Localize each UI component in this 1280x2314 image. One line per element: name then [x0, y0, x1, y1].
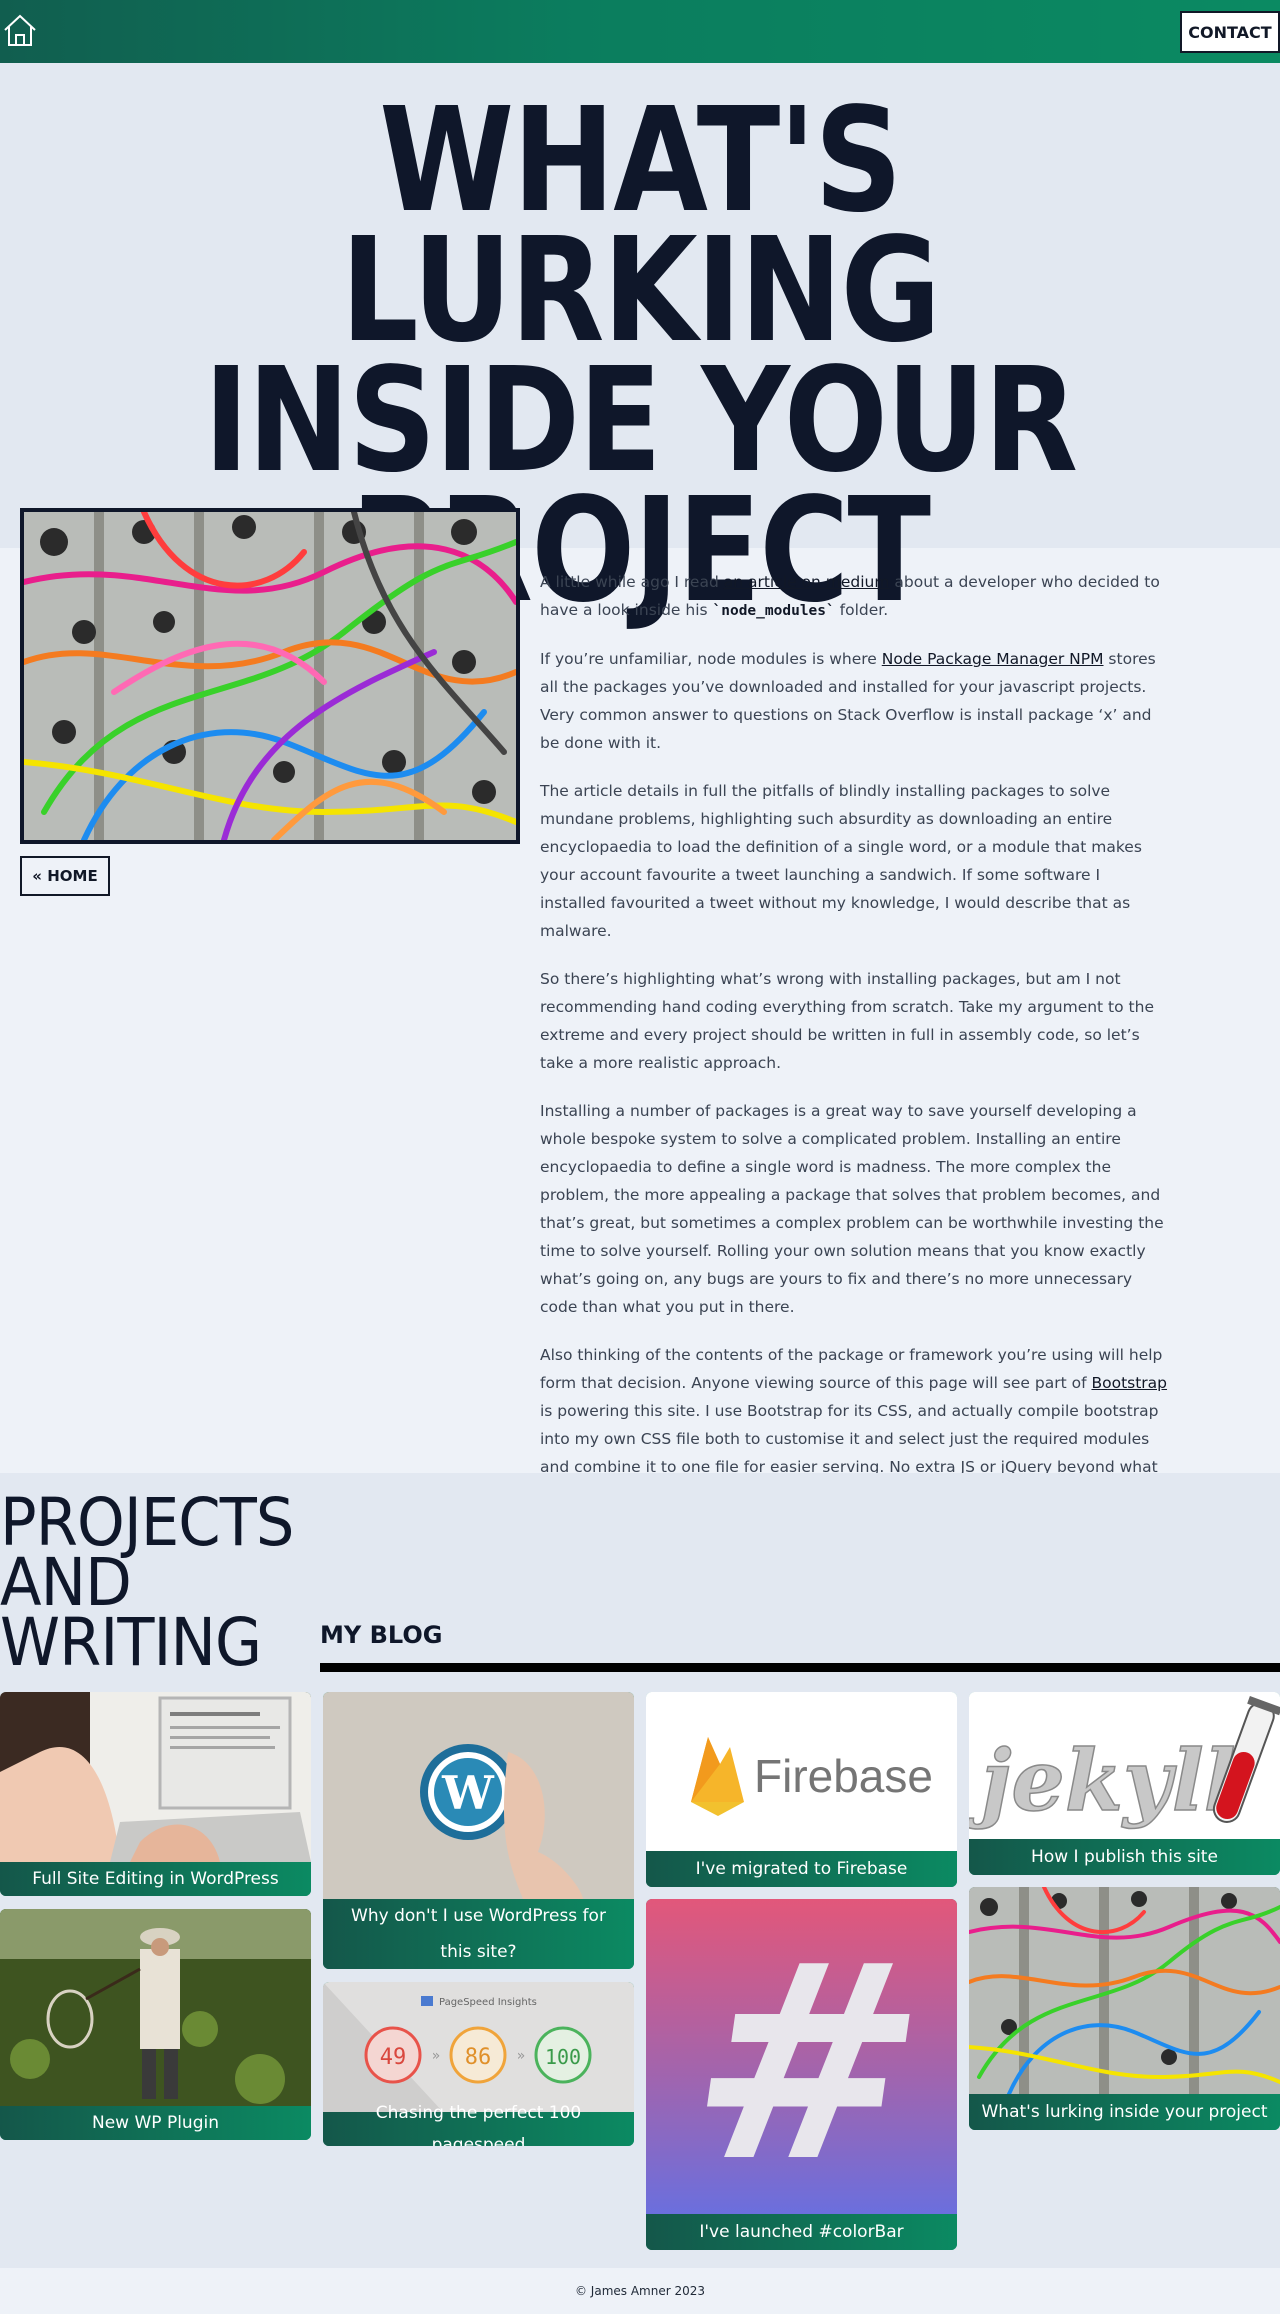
jekyll-logo-text: jekyll: [969, 1731, 1236, 1830]
top-nav-bar: CONTACT: [0, 0, 1280, 63]
paragraph-text: If you’re unfamiliar, node modules is wh…: [540, 650, 882, 668]
home-icon[interactable]: [3, 13, 37, 47]
paragraph-text: folder.: [834, 601, 889, 619]
projects-section: PROJECTS AND WRITING MY BLOG Full Site E…: [0, 1473, 1280, 2268]
card-thumbnail: PageSpeed Insights 49 » 86 » 100: [323, 1982, 634, 2112]
projects-heading: PROJECTS AND WRITING: [0, 1490, 294, 1681]
card-thumbnail: #: [646, 1899, 957, 2214]
paragraph-text: Also thinking of the contents of the pac…: [540, 1346, 1163, 1392]
card-title: Full Site Editing in WordPress: [0, 1862, 311, 1896]
svg-text:W: W: [441, 1766, 495, 1820]
card-thumbnail: [969, 1887, 1280, 2094]
blog-divider: [320, 1663, 1280, 1672]
article-hero-image: [20, 508, 520, 844]
back-home-button[interactable]: « HOME: [20, 856, 110, 896]
paragraph-text: A little while ago I read: [540, 573, 724, 591]
pagespeed-score: 100: [545, 2045, 581, 2069]
card-title: New WP Plugin: [0, 2106, 311, 2140]
footer: © James Amner 2023: [0, 2268, 1280, 2314]
card-title: How I publish this site: [969, 1839, 1280, 1875]
article-paragraph: The article details in full the pitfalls…: [540, 782, 1142, 940]
medium-article-link[interactable]: an article on medium: [724, 573, 890, 591]
blog-heading: MY BLOG: [320, 1621, 443, 1649]
article-paragraph: So there’s highlighting what’s wrong wit…: [540, 970, 1154, 1072]
pagespeed-heading: PageSpeed Insights: [439, 1997, 537, 2008]
projects-heading-line: WRITING: [0, 1604, 262, 1681]
card-title: What's lurking inside your project: [969, 2094, 1280, 2130]
card-thumbnail: [0, 1909, 311, 2106]
pagespeed-score: 49: [380, 2045, 407, 2070]
card-thumbnail: W: [323, 1692, 634, 1899]
blog-card-firebase[interactable]: Firebase I've migrated to Firebase: [646, 1692, 957, 1887]
card-thumbnail: [0, 1692, 311, 1862]
card-title: Why don't I use WordPress for this site?: [323, 1899, 634, 1969]
npm-link[interactable]: Node Package Manager NPM: [882, 650, 1104, 668]
hero-section: WHAT'S LURKING INSIDE YOUR PROJECT: [0, 63, 1280, 622]
card-title: I've migrated to Firebase: [646, 1851, 957, 1887]
card-thumbnail: Firebase: [646, 1692, 957, 1851]
blog-card-lurking[interactable]: What's lurking inside your project: [969, 1887, 1280, 2130]
svg-text:»: »: [517, 2048, 526, 2064]
firebase-logo-text: Firebase: [754, 1750, 933, 1802]
card-title: I've launched #colorBar: [646, 2214, 957, 2250]
blog-card-pagespeed[interactable]: PageSpeed Insights 49 » 86 » 100 Chasing…: [323, 1982, 634, 2146]
blog-card-colorbar[interactable]: # I've launched #colorBar: [646, 1899, 957, 2250]
bootstrap-link[interactable]: Bootstrap: [1091, 1374, 1167, 1392]
card-thumbnail: jekyll: [969, 1692, 1280, 1839]
blog-card-jekyll[interactable]: jekyll How I publish this site: [969, 1692, 1280, 1875]
article-paragraph: If you’re unfamiliar, node modules is wh…: [540, 645, 1170, 757]
inline-code: `node_modules`: [712, 603, 835, 619]
pagespeed-score: 86: [465, 2045, 492, 2070]
article-paragraph: A little while ago I read an article on …: [540, 568, 1170, 625]
colorbar-hash-glyph: #: [673, 1906, 943, 2214]
card-title: Chasing the perfect 100 pagespeed: [323, 2103, 634, 2146]
blog-card-full-site-editing[interactable]: Full Site Editing in WordPress: [0, 1692, 311, 1896]
article-body: A little while ago I read an article on …: [540, 568, 1170, 1585]
svg-text:»: »: [432, 2048, 441, 2064]
contact-button[interactable]: CONTACT: [1180, 11, 1280, 53]
blog-card-why-not-wordpress[interactable]: W Why don't I use WordPress for this sit…: [323, 1692, 634, 1969]
article-paragraph: Installing a number of packages is a gre…: [540, 1102, 1164, 1316]
blog-card-new-wp-plugin[interactable]: New WP Plugin: [0, 1909, 311, 2140]
